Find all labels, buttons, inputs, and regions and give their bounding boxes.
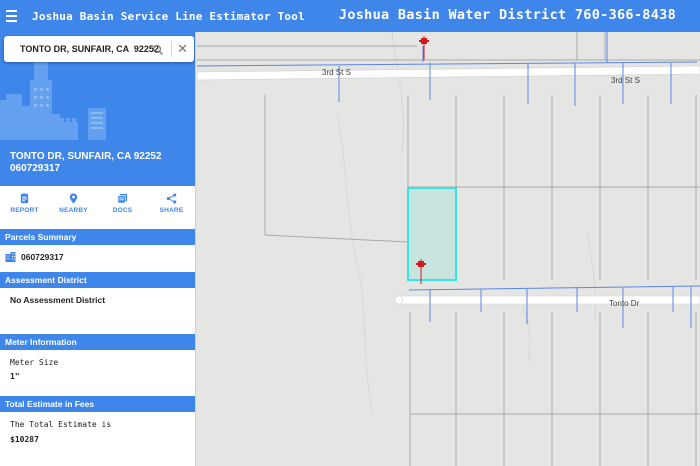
search-box: ✕ xyxy=(4,36,194,62)
hero-banner: ✕ xyxy=(0,32,195,140)
total-estimate-value: $10287 xyxy=(10,435,39,444)
docs-button[interactable]: DOCS xyxy=(98,186,147,222)
total-estimate-header: Total Estimate in Fees xyxy=(0,396,195,412)
docs-label: DOCS xyxy=(112,207,133,214)
close-icon[interactable]: ✕ xyxy=(177,41,188,57)
app-title: Joshua Basin Service Line Estimator Tool xyxy=(32,9,305,23)
address-line: TONTO DR, SUNFAIR, CA 92252 xyxy=(10,151,162,162)
assessment-district-value: No Assessment District xyxy=(10,295,106,305)
selected-parcel[interactable] xyxy=(407,187,457,281)
address-panel: TONTO DR, SUNFAIR, CA 92252 060729317 xyxy=(0,140,195,186)
meter-size-value: 1" xyxy=(10,372,20,381)
search-icon[interactable] xyxy=(152,43,164,55)
search-input[interactable] xyxy=(20,44,160,54)
share-label: SHARE xyxy=(159,207,184,214)
assessment-district-header: Assessment District xyxy=(0,272,195,288)
location-pin-icon xyxy=(69,193,78,204)
district-title: Joshua Basin Water District 760-366-8438 xyxy=(338,7,676,23)
share-button[interactable]: SHARE xyxy=(147,186,195,222)
action-bar: REPORT NEARBY DOCS SHARE xyxy=(0,186,195,222)
map-canvas[interactable]: 3rd St S 3rd St S Tonto Dr xyxy=(197,32,700,466)
parcel-number: 060729317 xyxy=(10,163,61,174)
docs-icon xyxy=(117,193,128,204)
hamburger-menu-icon[interactable] xyxy=(6,0,30,32)
sidebar: ✕ TONTO DR, SUNFAIR, CA 92252 060729317 … xyxy=(0,32,196,466)
total-estimate-label: The Total Estimate is xyxy=(10,420,112,429)
nearby-button[interactable]: NEARBY xyxy=(49,186,98,222)
street-label-top-right: 3rd St S xyxy=(611,76,640,85)
top-bar: Joshua Basin Service Line Estimator Tool… xyxy=(0,0,700,32)
report-label: REPORT xyxy=(10,207,39,214)
parcel-summary-value: 060729317 xyxy=(21,252,64,262)
map-view[interactable]: 3rd St S 3rd St S Tonto Dr xyxy=(197,32,700,466)
street-label-top-left: 3rd St S xyxy=(322,68,351,77)
report-icon xyxy=(20,193,29,204)
nearby-label: NEARBY xyxy=(59,207,88,214)
share-icon xyxy=(166,193,177,204)
report-button[interactable]: REPORT xyxy=(0,186,49,222)
parcel-row[interactable]: 060729317 xyxy=(5,252,64,262)
building-icon xyxy=(5,252,16,262)
meter-size-label: Meter Size xyxy=(10,358,59,367)
search-divider xyxy=(171,41,172,57)
parcels-summary-header: Parcels Summary xyxy=(0,229,195,245)
meter-information-header: Meter Information xyxy=(0,334,195,350)
street-label-bottom: Tonto Dr xyxy=(609,299,640,308)
